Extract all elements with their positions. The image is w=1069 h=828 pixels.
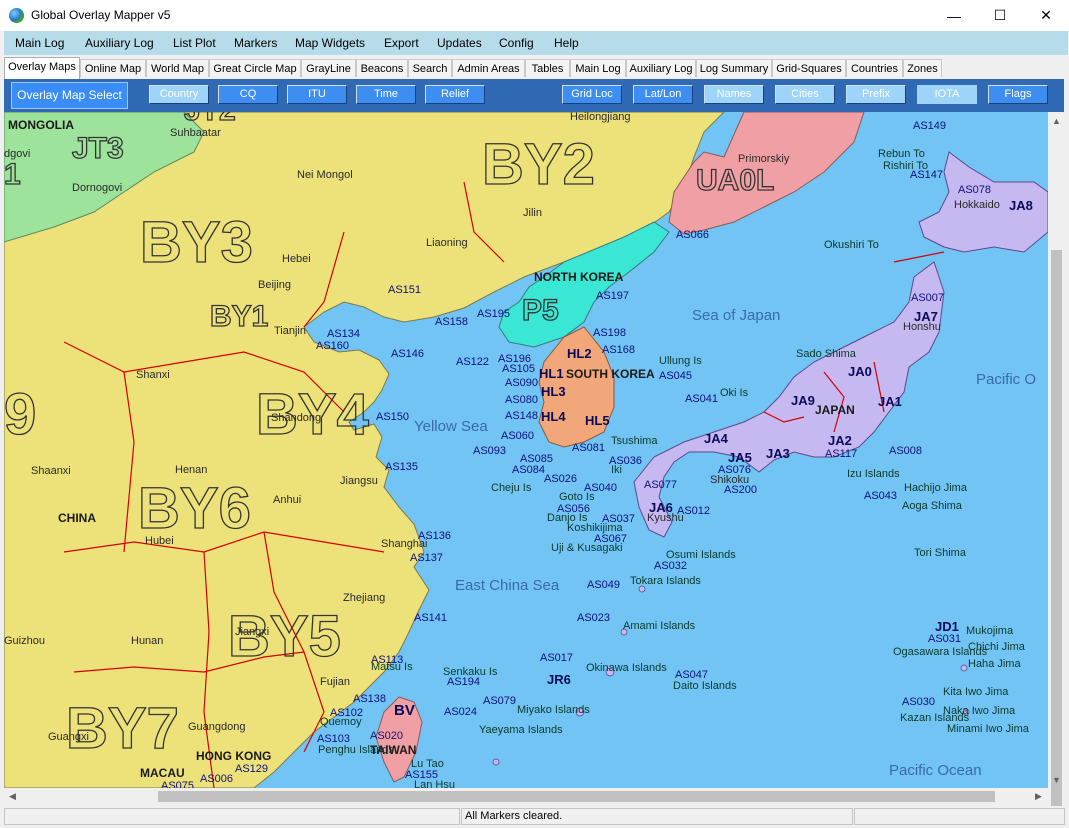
- flags-button[interactable]: Flags: [988, 85, 1048, 104]
- close-button[interactable]: ✕: [1023, 0, 1069, 31]
- status-bar: All Markers cleared.: [0, 806, 1069, 828]
- iota-button[interactable]: IOTA: [917, 85, 977, 104]
- south-korea-land: [538, 326, 615, 448]
- tab-world-map[interactable]: World Map: [146, 59, 209, 77]
- app-globe-icon: [9, 8, 24, 23]
- scroll-up-arrow-icon[interactable]: ▲: [1052, 116, 1061, 126]
- itu-button[interactable]: ITU: [287, 85, 347, 104]
- tab-tables[interactable]: Tables: [525, 59, 570, 77]
- cq-button[interactable]: CQ: [218, 85, 278, 104]
- tab-admin-areas[interactable]: Admin Areas: [452, 59, 525, 77]
- tab-grayline[interactable]: GrayLine: [301, 59, 356, 77]
- country-button[interactable]: Country: [149, 85, 209, 104]
- menu-updates[interactable]: Updates: [437, 36, 482, 50]
- minimize-button[interactable]: —: [931, 0, 977, 31]
- taiwan-land: [375, 696, 423, 783]
- japan-islands: [492, 585, 970, 766]
- overlay-toolbar: Overlay Map Select Country CQ ITU Time R…: [4, 79, 1064, 112]
- tab-online-map[interactable]: Online Map: [80, 59, 146, 77]
- menu-config[interactable]: Config: [499, 36, 534, 50]
- horizontal-scrollbar[interactable]: ◀ ▶: [4, 788, 1048, 805]
- scroll-down-arrow-icon[interactable]: ▼: [1052, 775, 1061, 785]
- lat-lon-button[interactable]: Lat/Lon: [633, 85, 693, 104]
- tab-grid-squares[interactable]: Grid-Squares: [772, 59, 846, 77]
- tab-beacons[interactable]: Beacons: [356, 59, 408, 77]
- tab-great-circle-map[interactable]: Great Circle Map: [209, 59, 301, 77]
- overlay-map-select-button[interactable]: Overlay Map Select: [11, 82, 128, 109]
- prefix-button[interactable]: Prefix: [846, 85, 906, 104]
- tab-bar: Overlay Maps Online Map World Map Great …: [4, 57, 1068, 79]
- vertical-scrollbar[interactable]: ▲ ▼: [1048, 112, 1065, 816]
- menu-bar: Main Log Auxiliary Log List Plot Markers…: [4, 31, 1068, 55]
- title-bar: Global Overlay Mapper v5 — ☐ ✕: [0, 0, 1069, 31]
- china-land: [4, 112, 725, 788]
- status-pane-left: [4, 808, 460, 825]
- tab-auxiliary-log[interactable]: Auxiliary Log: [626, 59, 696, 77]
- tab-log-summary[interactable]: Log Summary: [696, 59, 772, 77]
- grid-loc-button[interactable]: Grid Loc: [562, 85, 622, 104]
- tab-zones[interactable]: Zones: [903, 59, 942, 77]
- tab-search[interactable]: Search: [408, 59, 452, 77]
- japan-land: [633, 261, 945, 538]
- horizontal-scroll-thumb[interactable]: [158, 791, 995, 802]
- menu-markers[interactable]: Markers: [234, 36, 277, 50]
- scroll-left-arrow-icon[interactable]: ◀: [9, 791, 16, 802]
- status-message: All Markers cleared.: [461, 808, 853, 825]
- tab-countries[interactable]: Countries: [846, 59, 903, 77]
- menu-list-plot[interactable]: List Plot: [173, 36, 216, 50]
- tab-main-log[interactable]: Main Log: [570, 59, 626, 77]
- menu-help[interactable]: Help: [554, 36, 579, 50]
- window-title: Global Overlay Mapper v5: [31, 8, 171, 22]
- menu-auxiliary-log[interactable]: Auxiliary Log: [85, 36, 154, 50]
- status-pane-right: [854, 808, 1065, 825]
- overlay-map[interactable]: BY2 UA0L BY3 BY1 BY4 BY6 BY5 BY7 JT3 JT2…: [4, 112, 1048, 788]
- menu-main-log[interactable]: Main Log: [15, 36, 64, 50]
- tab-overlay-maps[interactable]: Overlay Maps: [4, 57, 80, 79]
- names-button[interactable]: Names: [704, 85, 764, 104]
- vertical-scroll-thumb[interactable]: [1051, 250, 1062, 816]
- relief-button[interactable]: Relief: [425, 85, 485, 104]
- menu-map-widgets[interactable]: Map Widgets: [295, 36, 365, 50]
- scroll-right-arrow-icon[interactable]: ▶: [1035, 791, 1042, 802]
- cities-button[interactable]: Cities: [775, 85, 835, 104]
- menu-export[interactable]: Export: [384, 36, 419, 50]
- hokkaido-land: [918, 151, 1048, 253]
- maximize-button[interactable]: ☐: [977, 0, 1023, 31]
- time-button[interactable]: Time: [356, 85, 416, 104]
